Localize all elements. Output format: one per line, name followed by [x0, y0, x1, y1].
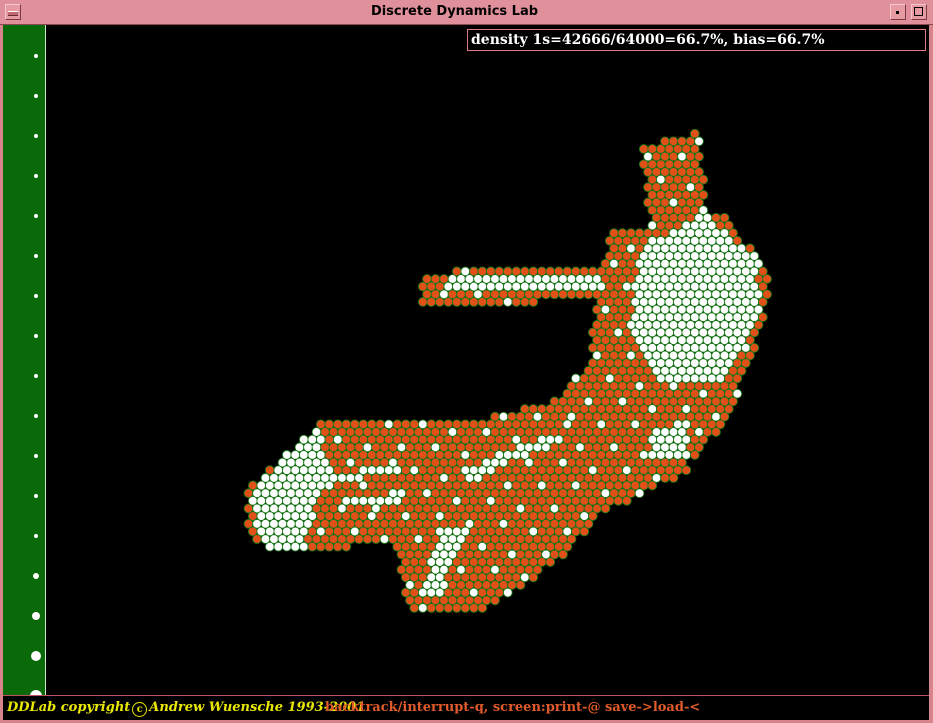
lattice-cell [468, 603, 479, 613]
lattice-cell [502, 587, 513, 598]
lattice-cell [426, 603, 437, 613]
side-marker [34, 94, 38, 98]
lattice-cell [460, 297, 471, 307]
lattice-cell [541, 289, 551, 300]
side-marker [34, 134, 38, 138]
lattice-cell [485, 297, 496, 307]
lattice-cell [315, 541, 326, 552]
title-bar[interactable]: Discrete Dynamics Lab [0, 0, 933, 25]
lattice-cell [477, 297, 488, 307]
lattice-cell [621, 495, 632, 506]
lattice-cell [515, 580, 526, 590]
lattice-cell [443, 603, 454, 613]
window-title: Discrete Dynamics Lab [370, 4, 539, 19]
lattice-cell [417, 603, 428, 613]
lattice-canvas[interactable] [46, 51, 929, 695]
side-marker [34, 174, 38, 178]
lattice-cell [354, 534, 364, 544]
side-marker [32, 612, 40, 620]
lattice-cell [600, 503, 611, 514]
lattice-cell [417, 297, 428, 307]
lattice-cell [273, 541, 284, 552]
lattice-cell [264, 541, 275, 552]
copyright-icon: c [132, 702, 148, 717]
lattice-cell [579, 526, 590, 537]
side-marker [34, 294, 38, 298]
lattice-cell [362, 534, 373, 544]
side-marker [34, 334, 38, 338]
density-readout: density 1s=42666/64000=66.7%, bias=66.7% [467, 29, 926, 51]
lattice-cell [298, 541, 309, 552]
maximize-icon[interactable] [911, 4, 927, 20]
lattice-cell [668, 473, 679, 483]
side-marker [34, 254, 38, 258]
lattice-cell [660, 473, 670, 483]
lattice-cell [502, 297, 513, 307]
lattice-cell [443, 297, 454, 307]
lattice-view: density 1s=42666/64000=66.7%, bias=66.7% [3, 25, 929, 702]
side-marker [34, 494, 38, 498]
lattice-cell [468, 297, 479, 307]
lattice-cell [519, 297, 530, 307]
lattice-cell [558, 549, 568, 560]
lattice-cell [511, 297, 522, 307]
lattice-cell [426, 297, 437, 307]
side-marker [34, 414, 38, 418]
lattice-cell [494, 297, 505, 307]
lattice-cell [332, 541, 343, 552]
lattice-cell [528, 297, 539, 307]
lattice-cell [490, 595, 500, 606]
lattice-cell [647, 480, 658, 491]
lattice-cell [281, 541, 292, 552]
lattice-cell [409, 603, 420, 613]
lattice-cell [689, 450, 700, 460]
side-marker [34, 214, 38, 218]
side-marker [34, 454, 38, 458]
lattice-cell [613, 495, 624, 506]
lattice-cell [549, 289, 560, 300]
lattice-cell [634, 488, 645, 499]
lattice-cell [583, 289, 594, 300]
window-menu-icon[interactable] [5, 4, 21, 20]
side-marker [33, 573, 39, 579]
lattice-cell [434, 297, 445, 307]
lattice-cell [528, 572, 539, 583]
minimize-icon[interactable] [890, 4, 906, 20]
copyright-prefix: DDLab copyright [7, 700, 131, 715]
command-hints: backtrack/interrupt-q, screen:print-@ sa… [325, 700, 701, 715]
lattice-cell [711, 427, 721, 437]
lattice-cell [545, 557, 556, 567]
lattice-cell [324, 541, 335, 552]
lattice-cell [371, 534, 381, 544]
side-marker [34, 534, 38, 538]
lattice-cell [434, 603, 445, 613]
lattice-cell [477, 603, 488, 613]
lattice-cell [451, 603, 462, 613]
lattice-cell [566, 289, 577, 300]
side-panel [3, 25, 45, 702]
lattice-cell [290, 541, 301, 552]
lattice-cell [460, 603, 471, 613]
copyright-notice: DDLab copyright c Andrew Wuensche 1993-200… [7, 700, 365, 717]
side-marker [34, 374, 38, 378]
lattice-cell [379, 534, 390, 544]
lattice-cell [575, 289, 585, 300]
lattice-cell [341, 541, 352, 552]
lattice-cell [681, 465, 692, 476]
lattice-cell [451, 297, 462, 307]
lattice-cell [558, 289, 568, 300]
lattice-cell [307, 541, 318, 552]
side-marker [34, 54, 38, 58]
lattice-cell [252, 534, 262, 544]
ddlab-window: Discrete Dynamics Lab density 1s=42666/6… [0, 0, 933, 723]
side-marker [31, 651, 41, 661]
status-bar: DDLab copyright c Andrew Wuensche 1993-200… [3, 695, 929, 720]
